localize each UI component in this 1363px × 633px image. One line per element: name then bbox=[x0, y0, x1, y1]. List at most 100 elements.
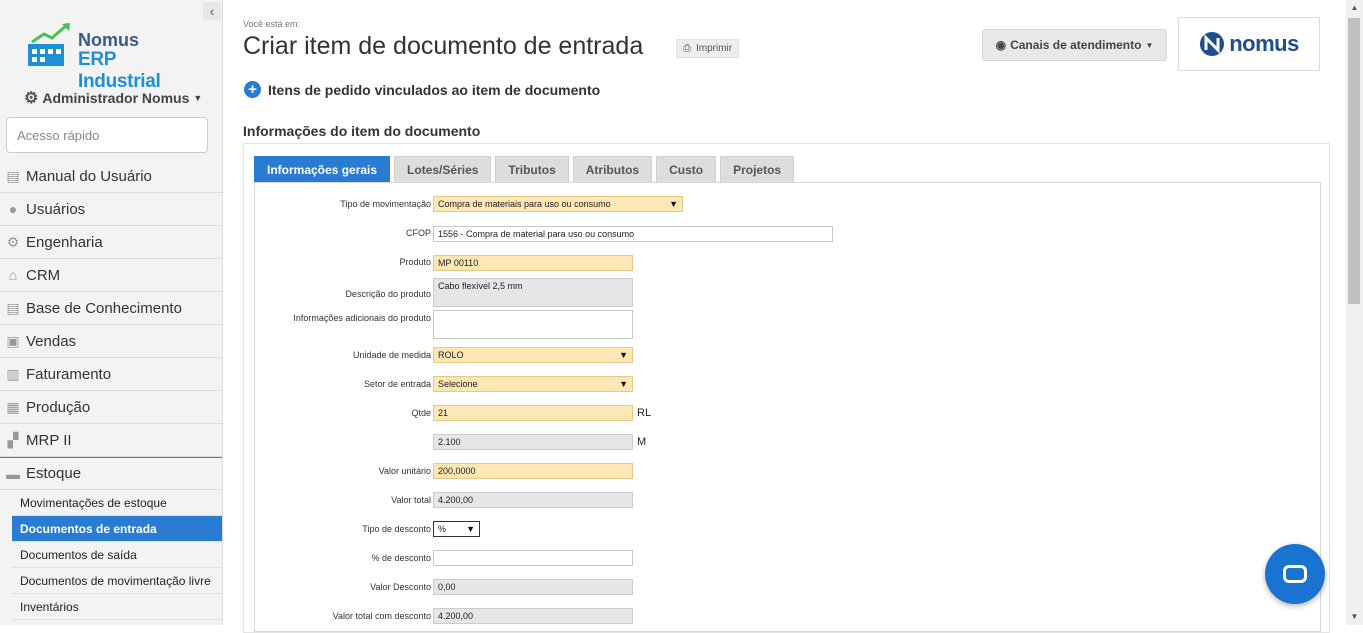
nav-label: MRP II bbox=[26, 431, 72, 449]
general-info-form: Tipo de movimentação Compra de materiais… bbox=[254, 182, 1321, 632]
support-channels-label: Canais de atendimento bbox=[1010, 38, 1142, 52]
nav-item-mrp[interactable]: ▞ MRP II bbox=[0, 424, 222, 457]
document-item-panel: Informações gerais Lotes/Séries Tributos… bbox=[243, 143, 1330, 633]
field-label: Valor total com desconto bbox=[332, 611, 431, 621]
logo-line2: ERP Industrial bbox=[78, 49, 161, 92]
row-tipo-movimentacao: Tipo de movimentação Compra de materiais… bbox=[255, 195, 855, 215]
breadcrumb: Você está em: bbox=[243, 19, 301, 29]
tab-atributos[interactable]: Atributos bbox=[572, 156, 653, 182]
scroll-down-icon[interactable]: ▼ bbox=[1346, 609, 1363, 625]
nav-item-usuarios[interactable]: ● Usuários bbox=[0, 193, 222, 226]
qtde-input[interactable]: 21 bbox=[433, 405, 633, 421]
quick-access-input[interactable] bbox=[6, 117, 208, 153]
row-produto: Produto MP 00110 bbox=[255, 254, 855, 274]
field-label: Unidade de medida bbox=[352, 350, 431, 360]
user-name: Administrador Nomus bbox=[42, 90, 190, 106]
row-unidade: Unidade de medida ROLO ▼ bbox=[255, 346, 855, 366]
factory-icon: ▦ bbox=[6, 398, 20, 415]
row-valor-total-desconto: Valor total com desconto 4.200,00 bbox=[255, 607, 855, 627]
book-icon: ▤ bbox=[6, 299, 20, 316]
cfop-input[interactable]: 1556 - Compra de material para uso ou co… bbox=[433, 226, 833, 242]
row-descricao: Descrição do produto Cabo flexível 2,5 m… bbox=[255, 277, 855, 307]
gear-icon: ⚙ bbox=[24, 90, 39, 107]
valor-total-desconto-input[interactable]: 4.200,00 bbox=[433, 608, 633, 624]
row-valor-desconto: Valor Desconto 0,00 bbox=[255, 578, 855, 598]
chevron-down-icon: ▼ bbox=[466, 523, 475, 534]
chevron-down-icon: ▼ bbox=[619, 349, 628, 360]
nav-label: Manual do Usuário bbox=[26, 167, 152, 185]
field-label: Valor unitário bbox=[378, 466, 431, 476]
gear-icon: ⚙ bbox=[6, 233, 20, 250]
nav-item-base-conhecimento[interactable]: ▤ Base de Conhecimento bbox=[0, 292, 222, 325]
valor-unitario-input[interactable]: 200,0000 bbox=[433, 463, 633, 479]
print-button[interactable]: ⎙ Imprimir bbox=[676, 39, 740, 58]
scroll-thumb[interactable] bbox=[1348, 18, 1360, 304]
sub-item-documentos-saida[interactable]: Documentos de saída bbox=[12, 542, 222, 568]
row-perc-desconto: % de desconto bbox=[255, 549, 855, 569]
nav-item-faturamento[interactable]: ▥ Faturamento bbox=[0, 358, 222, 391]
select-value: Selecione bbox=[438, 378, 478, 389]
nav-item-vendas[interactable]: ▣ Vendas bbox=[0, 325, 222, 358]
nav-label: Estoque bbox=[26, 465, 82, 482]
field-label: Descrição do produto bbox=[345, 289, 431, 299]
linked-orders-toggle[interactable]: + Itens de pedido vinculados ao item de … bbox=[244, 81, 600, 98]
support-channels-button[interactable]: ◉ Canais de atendimento ▼ bbox=[982, 29, 1167, 61]
nav-label: CRM bbox=[26, 266, 61, 284]
scroll-up-icon[interactable]: ▲ bbox=[1346, 0, 1363, 16]
invoice-icon: ▥ bbox=[6, 365, 20, 382]
sub-item-documentos-entrada[interactable]: Documentos de entrada bbox=[12, 516, 222, 542]
nav-item-crm[interactable]: ⌂ CRM bbox=[0, 259, 222, 292]
nomus-logo-icon bbox=[1200, 32, 1225, 56]
nav-item-engenharia[interactable]: ⚙ Engenharia bbox=[0, 226, 222, 259]
descricao-textarea[interactable]: Cabo flexível 2,5 mm bbox=[433, 278, 633, 307]
field-label: Valor total bbox=[391, 495, 431, 505]
tipo-desconto-select[interactable]: % ▼ bbox=[433, 521, 480, 537]
row-valor-unitario: Valor unitário 200,0000 bbox=[255, 462, 855, 482]
section-title: Informações do item do documento bbox=[243, 123, 481, 139]
valor-desconto-input[interactable]: 0,00 bbox=[433, 579, 633, 595]
chat-button[interactable] bbox=[1265, 544, 1325, 604]
tab-tributos[interactable]: Tributos bbox=[495, 156, 569, 182]
nav-label: Vendas bbox=[26, 332, 77, 350]
sub-item-movimentacoes[interactable]: Movimentações de estoque bbox=[12, 490, 222, 516]
vertical-scrollbar[interactable]: ▲ ▼ bbox=[1346, 0, 1363, 625]
tab-informacoes-gerais[interactable]: Informações gerais bbox=[254, 156, 391, 182]
perc-desconto-input[interactable] bbox=[433, 550, 633, 566]
qtde-unit: RL bbox=[637, 407, 652, 419]
tab-bar: Informações gerais Lotes/Séries Tributos… bbox=[254, 156, 795, 182]
brand-logo: nomus bbox=[1178, 17, 1320, 71]
tab-projetos[interactable]: Projetos bbox=[720, 156, 795, 182]
unidade-select[interactable]: ROLO ▼ bbox=[433, 347, 633, 363]
field-label: Informações adicionais do produto bbox=[293, 313, 431, 323]
qtde-convertida-input[interactable]: 2.100 bbox=[433, 434, 633, 450]
sub-item-inventarios[interactable]: Inventários bbox=[12, 594, 222, 620]
logo-line1: Nomus bbox=[78, 30, 140, 50]
field-label: Produto bbox=[399, 257, 431, 267]
plus-circle-icon: + bbox=[244, 81, 261, 98]
sub-item-movimentacao-livre[interactable]: Documentos de movimentação livre bbox=[12, 568, 222, 594]
valor-total-input[interactable]: 4.200,00 bbox=[433, 492, 633, 508]
field-label: Qtde bbox=[411, 408, 431, 418]
produto-input[interactable]: MP 00110 bbox=[433, 255, 633, 271]
chevron-down-icon: ▼ bbox=[193, 93, 203, 103]
linked-orders-label: Itens de pedido vinculados ao item de do… bbox=[268, 81, 601, 98]
tab-custo[interactable]: Custo bbox=[656, 156, 717, 182]
tipo-movimentacao-select[interactable]: Compra de materiais para uso ou consumo ▼ bbox=[433, 196, 683, 212]
app-logo[interactable]: Nomus ERP Industrial bbox=[26, 22, 196, 92]
user-menu[interactable]: ⚙ Administrador Nomus ▼ bbox=[24, 88, 202, 108]
field-label: % de desconto bbox=[371, 553, 431, 563]
info-adicionais-textarea[interactable] bbox=[433, 310, 633, 339]
row-info-adicionais: Informações adicionais do produto bbox=[255, 309, 855, 339]
field-label: Valor Desconto bbox=[370, 582, 431, 592]
setor-select[interactable]: Selecione ▼ bbox=[433, 376, 633, 392]
nav-menu: ▤ Manual do Usuário ● Usuários ⚙ Engenharia… bbox=[0, 160, 222, 620]
row-setor: Setor de entrada Selecione ▼ bbox=[255, 375, 855, 395]
collapse-sidebar-button[interactable]: ‹ bbox=[203, 2, 221, 20]
nav-item-estoque[interactable]: ▬ Estoque bbox=[0, 457, 222, 490]
tab-lotes-series[interactable]: Lotes/Séries bbox=[394, 156, 492, 182]
nav-item-manual[interactable]: ▤ Manual do Usuário bbox=[0, 160, 222, 193]
nav-item-producao[interactable]: ▦ Produção bbox=[0, 391, 222, 424]
select-value: % bbox=[438, 523, 447, 534]
row-qtde: Qtde 21 RL bbox=[255, 404, 855, 424]
print-label: Imprimir bbox=[696, 43, 733, 54]
